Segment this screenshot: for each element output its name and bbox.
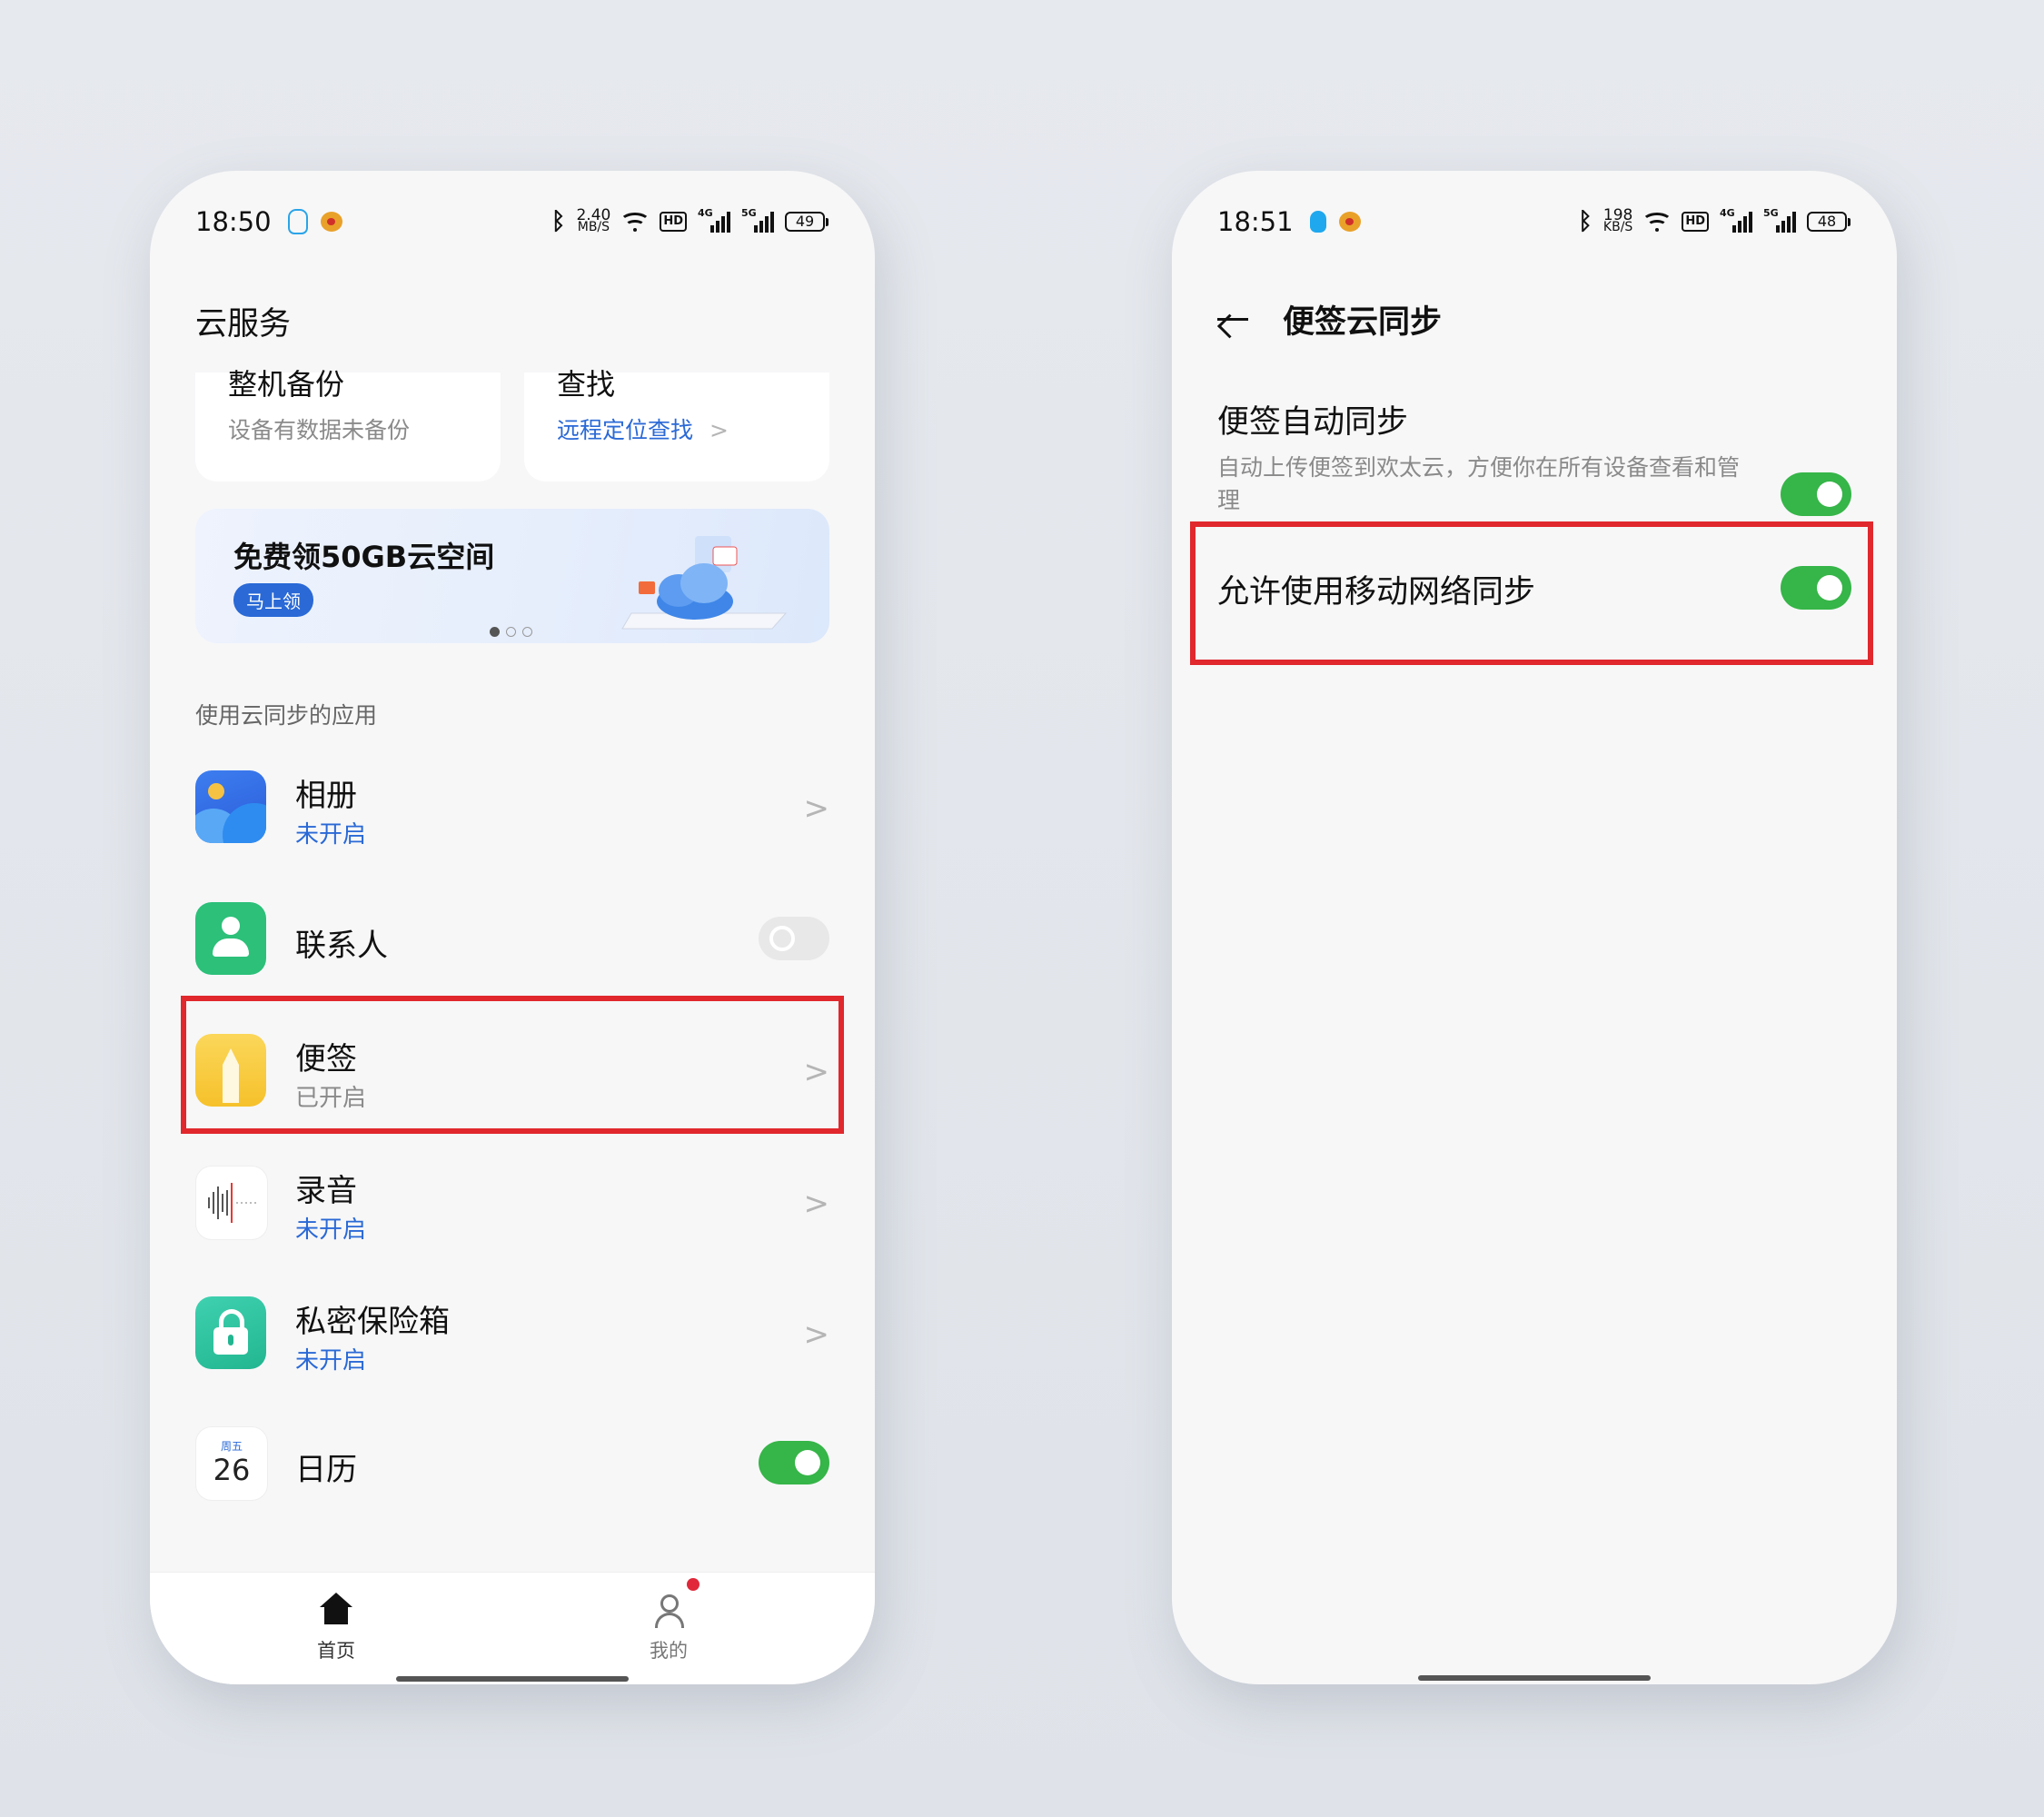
notification-dot [687,1578,700,1591]
page-title: 便签云同步 [1283,304,1443,341]
app-row-contacts: 联系人 [195,893,829,984]
contacts-sync-toggle[interactable] [759,917,829,960]
battery-icon: 48 [1807,212,1851,232]
app-row-gallery[interactable]: 相册 未开启 > [195,761,829,852]
find-card-title: 查找 [557,367,616,402]
app-row-vault[interactable]: 私密保险箱 未开启 > [195,1287,829,1378]
user-icon [650,1578,700,1629]
chevron-right-icon: > [803,1186,830,1222]
setting-description: 自动上传便签到欢太云，方便你在所有设备查看和管理 [1217,454,1741,513]
signal-4g-icon: 4G [698,207,730,233]
signal-4g-icon: 4G [1720,207,1752,233]
tab-home[interactable]: 首页 [282,1593,391,1663]
find-card-link[interactable]: 远程定位查找 > [557,412,729,445]
mobile-sync-highlight-box [1190,521,1873,665]
signal-5g-icon: 5G [1763,207,1796,233]
status-time: 18:51 [1217,206,1294,237]
home-icon [318,1593,354,1629]
calendar-icon-day: 26 [213,1453,251,1487]
app-sync-status: 未开启 [295,1347,367,1375]
promo-banner[interactable]: 免费领50GB云空间 马上领 [195,509,829,643]
backup-card-subtitle: 设备有数据未备份 [228,417,411,443]
status-bar: 18:50 ᛒ 2.40 MB/S HD 4G 5G 49 [195,194,829,249]
home-indicator[interactable] [1418,1675,1651,1681]
tab-mine[interactable]: 我的 [614,1578,723,1663]
backup-card-title: 整机备份 [228,367,345,402]
network-speed: 2.40 MB/S [576,206,611,234]
find-device-card[interactable]: 查找 远程定位查找 > [524,367,829,482]
notes-highlight-box [181,996,844,1134]
phone-screen-cloud-service: 18:50 ᛒ 2.40 MB/S HD 4G 5G 49 云服务 整机备份 设备… [150,171,875,1684]
gallery-icon [195,770,266,843]
vault-icon [195,1296,266,1369]
bluetooth-icon: ᛒ [1578,208,1593,235]
page-title: 云服务 [195,306,292,343]
app-row-recorder[interactable]: 录音 未开启 > [195,1157,829,1247]
chevron-right-icon: > [803,790,830,827]
app-name: 日历 [295,1452,357,1488]
app-sync-status: 未开启 [295,1216,367,1244]
setting-name: 便签自动同步 [1217,404,1409,441]
wifi-icon [1642,212,1673,232]
weibo-notification-icon [1338,212,1361,232]
back-arrow-icon[interactable] [1214,305,1250,333]
calendar-icon: 周五 26 [195,1426,268,1501]
section-label: 使用云同步的应用 [195,702,378,729]
hd-voice-icon: HD [1682,212,1709,232]
banner-title: 免费领50GB云空间 [233,540,495,574]
service-cards: 整机备份 设备有数据未备份 查找 远程定位查找 > [195,367,829,482]
bluetooth-icon: ᛒ [551,208,566,235]
qq-notification-icon [1309,211,1326,233]
banner-page-indicator [490,627,532,637]
recorder-icon [195,1166,268,1240]
calendar-icon-weekday: 周五 [220,1440,243,1453]
app-sync-status: 未开启 [295,821,367,849]
app-name: 私密保险箱 [295,1304,450,1340]
app-name: 相册 [295,778,357,814]
auto-sync-toggle[interactable] [1781,472,1851,516]
backup-card[interactable]: 整机备份 设备有数据未备份 [195,367,501,482]
hd-voice-icon: HD [660,212,687,232]
app-name: 联系人 [295,928,388,964]
calendar-sync-toggle[interactable] [759,1441,829,1484]
network-speed: 198 KB/S [1602,206,1633,234]
app-name: 录音 [295,1173,357,1209]
setting-auto-sync: 便签自动同步 自动上传便签到欢太云，方便你在所有设备查看和管理 [1217,396,1851,517]
cloud-illustration [621,536,788,630]
status-bar: 18:51 ᛒ 198 KB/S HD 4G 5G 48 [1217,194,1851,249]
status-time: 18:50 [195,206,272,237]
chevron-right-icon: > [803,1316,830,1353]
signal-5g-icon: 5G [741,207,774,233]
bottom-tab-bar: 首页 我的 [150,1572,875,1684]
app-row-calendar: 周五 26 日历 [195,1417,829,1508]
battery-icon: 49 [785,212,829,232]
contacts-icon [195,902,266,975]
qq-notification-icon [287,209,308,234]
banner-claim-button[interactable]: 马上领 [233,583,313,617]
wifi-icon [620,212,651,232]
home-indicator[interactable] [396,1676,629,1682]
tab-mine-label: 我的 [650,1640,688,1662]
tab-home-label: 首页 [317,1640,355,1662]
weibo-notification-icon [320,212,342,232]
phone-screen-notes-sync: 18:51 ᛒ 198 KB/S HD 4G 5G 48 便签云同步 便签自动同步… [1172,171,1897,1684]
chevron-right-icon: > [709,417,729,443]
